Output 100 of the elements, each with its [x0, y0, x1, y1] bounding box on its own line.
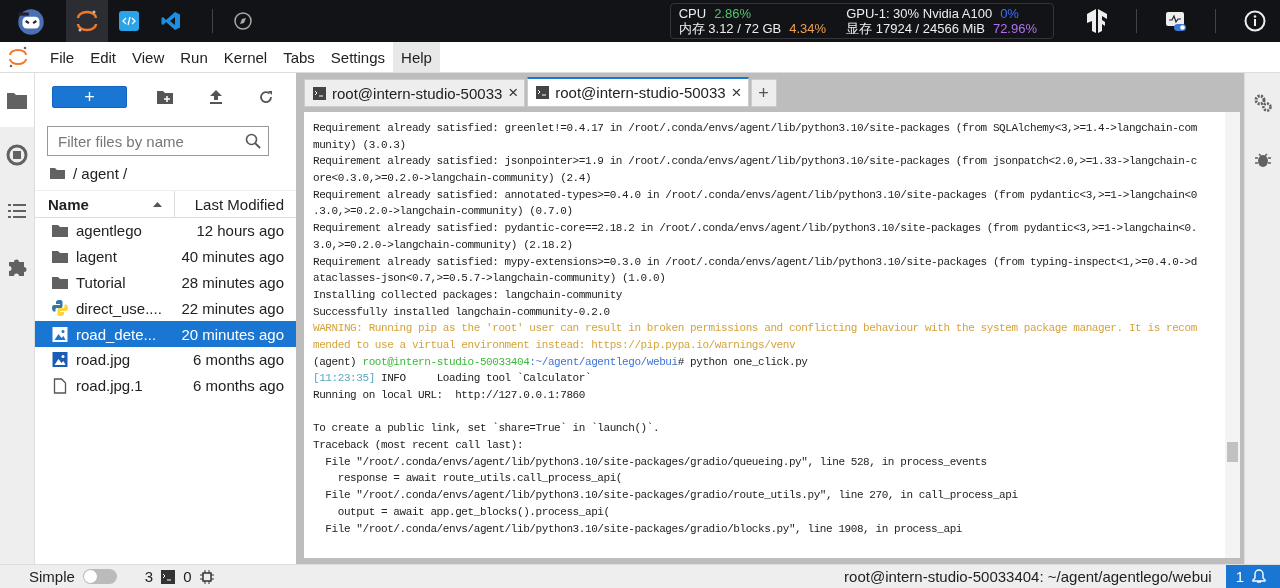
- upload-icon[interactable]: [209, 90, 223, 104]
- folder-icon[interactable]: [7, 91, 27, 109]
- stop-circle-icon[interactable]: [6, 144, 28, 166]
- simple-mode-toggle[interactable]: [82, 569, 117, 584]
- file-name: direct_use....: [76, 299, 163, 317]
- terminal-icon: [313, 86, 326, 100]
- terminal-count: 3: [144, 568, 154, 585]
- terminal-tab[interactable]: root@intern-studio-50033 ×: [304, 79, 526, 107]
- vscode-icon[interactable]: [161, 11, 181, 31]
- info-icon[interactable]: [1244, 10, 1266, 32]
- code-icon[interactable]: [119, 11, 139, 31]
- terminal-line: Installing collected packages: langchain-community: [313, 288, 623, 301]
- terminal-line: Requirement already satisfied: greenlet!=0.4.17 in /root/.conda/envs/agent/lib/python3.10/site-packages (from SQLAlchemy<3,>=1.4->langchain-com: [313, 122, 1197, 134]
- log-message: INFO Loading tool `Calculator`: [381, 372, 592, 385]
- tensorflow-icon[interactable]: [1086, 9, 1108, 33]
- image-icon: [52, 326, 68, 342]
- terminal-line: ataclasses-json<0.7,>=0.5.7->langchain-community) (1.0.0): [313, 272, 666, 285]
- file-name: road.jpg.1: [76, 377, 144, 395]
- file-modified-time: 28 minutes ago: [181, 274, 284, 291]
- menu-item[interactable]: Help: [393, 42, 440, 72]
- file-name: lagent: [76, 248, 118, 266]
- new-launcher-button[interactable]: +: [52, 86, 127, 108]
- menu-item[interactable]: Run: [172, 42, 216, 72]
- refresh-icon[interactable]: [259, 90, 273, 104]
- sort-ascending-icon: [153, 201, 162, 207]
- folder-icon: [52, 276, 68, 289]
- terminal-tab[interactable]: root@intern-studio-50033 ×: [527, 77, 749, 107]
- chip-icon: [199, 569, 214, 584]
- file-row[interactable]: road_dete... 20 minutes ago: [35, 321, 296, 347]
- vram-label: 显存 17924 / 24566 MiB: [846, 21, 985, 36]
- terminal-line: response = await route_utils.call_process_api(: [336, 472, 623, 485]
- file-icon: [52, 377, 68, 394]
- file-row[interactable]: agentlego 12 hours ago: [35, 218, 296, 244]
- file-name: road_dete...: [76, 325, 158, 343]
- kernel-count: 0: [183, 568, 192, 585]
- terminal-icon: [536, 86, 550, 99]
- python-icon: [52, 300, 68, 317]
- close-tab-button[interactable]: ×: [508, 83, 519, 103]
- name-column-header[interactable]: Name: [35, 191, 175, 217]
- menu-item[interactable]: Settings: [322, 42, 394, 72]
- folder-icon: [52, 250, 68, 264]
- filter-field[interactable]: Filter files by name: [47, 126, 269, 156]
- monitor-toggle-icon[interactable]: [1165, 10, 1187, 32]
- current-path: root@intern-studio-50033404: ~/agent/agentlego/webui: [844, 568, 1212, 585]
- terminal-line: Requirement already satisfied: mypy-extensions>=0.3.0 in /root/.conda/envs/agent/lib/python3.10/site-packages (from typing-inspect<1,>=0.4.0->d: [313, 255, 1197, 268]
- warning-line: WARNING: Running pip as the 'root' user can result in broken permissions and conflicting behaviour with the system package manager. It is recom: [313, 322, 1197, 335]
- terminal-line: Requirement already satisfied: annotated-types>=0.4.0 in /root/.conda/envs/agent/lib/python3.10/site-packages (from pydantic<3,>=1->langchain<0: [313, 188, 1197, 201]
- compass-icon[interactable]: [233, 11, 253, 31]
- new-folder-icon[interactable]: [157, 90, 173, 104]
- gpu-label: GPU-1: 30% Nvidia A100: [846, 6, 993, 21]
- cpu-label: CPU: [678, 6, 707, 21]
- simple-mode-label: Simple: [29, 568, 75, 585]
- terminal-line: output = await app.get_blocks().process_api(: [336, 505, 610, 518]
- file-name: agentlego: [76, 222, 143, 240]
- jupyter-icon[interactable]: [74, 8, 100, 34]
- file-row[interactable]: direct_use.... 22 minutes ago: [35, 295, 296, 322]
- file-row[interactable]: road.jpg 6 months ago: [35, 347, 296, 373]
- file-name: Tutorial: [76, 274, 127, 291]
- file-modified-time: 12 hours ago: [195, 222, 284, 240]
- menu-item[interactable]: Kernel: [215, 42, 276, 72]
- list-icon[interactable]: [8, 204, 26, 218]
- modified-column-header[interactable]: Last Modified: [175, 195, 296, 213]
- terminal-line: Traceback (most recent call last):: [313, 439, 524, 452]
- notifications-button[interactable]: 1: [1225, 565, 1280, 588]
- menu-item[interactable]: File: [42, 42, 83, 72]
- bug-icon[interactable]: [1253, 151, 1272, 169]
- file-row[interactable]: road.jpg.1 6 months ago: [35, 372, 296, 399]
- memory-usage: 4.34%: [789, 21, 827, 36]
- command-text: # python one_click.py: [677, 355, 808, 368]
- breadcrumb-path[interactable]: / agent /: [73, 164, 128, 182]
- vram-usage: 72.96%: [992, 21, 1037, 36]
- warning-line: mended to use a virtual environment instead: https://pip.pypa.io/warnings/venv: [313, 338, 796, 351]
- file-modified-time: 22 minutes ago: [181, 299, 284, 317]
- terminal-icon: [161, 569, 176, 584]
- terminal-line: .3.0,>=0.2.0->langchain-community) (0.7.0): [313, 205, 573, 218]
- terminal-line: Successfully installed langchain-community-0.2.0: [313, 305, 610, 318]
- close-tab-button[interactable]: ×: [731, 82, 742, 103]
- new-tab-button[interactable]: +: [750, 79, 777, 107]
- terminal-line: File "/root/.conda/envs/agent/lib/python3.10/site-packages/gradio/blocks.py", line 1908, in process_api: [324, 522, 962, 535]
- terminal-line: 3.0,>=0.2.0->langchain-community) (2.18.2): [313, 238, 573, 251]
- scrollbar-thumb[interactable]: [1227, 442, 1238, 462]
- file-row[interactable]: Tutorial 28 minutes ago: [35, 269, 296, 296]
- folder-icon: [52, 224, 68, 238]
- terminal-line: Requirement already satisfied: pydantic-core==2.18.2 in /root/.conda/envs/agent/lib/python3.10/site-packages (from pydantic<3,>=1->langchain<0.: [313, 222, 1197, 235]
- menu-item[interactable]: Tabs: [275, 42, 323, 72]
- file-modified-time: 40 minutes ago: [181, 248, 284, 266]
- menu-item[interactable]: Edit: [82, 42, 125, 72]
- log-time: [11:23:35]: [313, 372, 375, 385]
- file-modified-time: 20 minutes ago: [181, 325, 284, 343]
- file-row[interactable]: lagent 40 minutes ago: [35, 243, 296, 270]
- terminal-line: munity) (3.0.3): [313, 138, 406, 151]
- file-name: road.jpg: [76, 351, 132, 369]
- memory-label: 内存 3.12 / 72 GB: [678, 21, 782, 36]
- menu-item[interactable]: View: [124, 42, 173, 72]
- gears-icon[interactable]: [1252, 93, 1273, 113]
- terminal-line: File "/root/.conda/envs/agent/lib/python3.10/site-packages/gradio/queueing.py", line 528, in process_events: [324, 455, 987, 468]
- puzzle-icon[interactable]: [7, 257, 27, 277]
- prompt-user: root@intern-studio-50033404: [362, 355, 530, 368]
- cpu-usage: 2.86%: [714, 6, 751, 21]
- folder-icon: [50, 167, 65, 179]
